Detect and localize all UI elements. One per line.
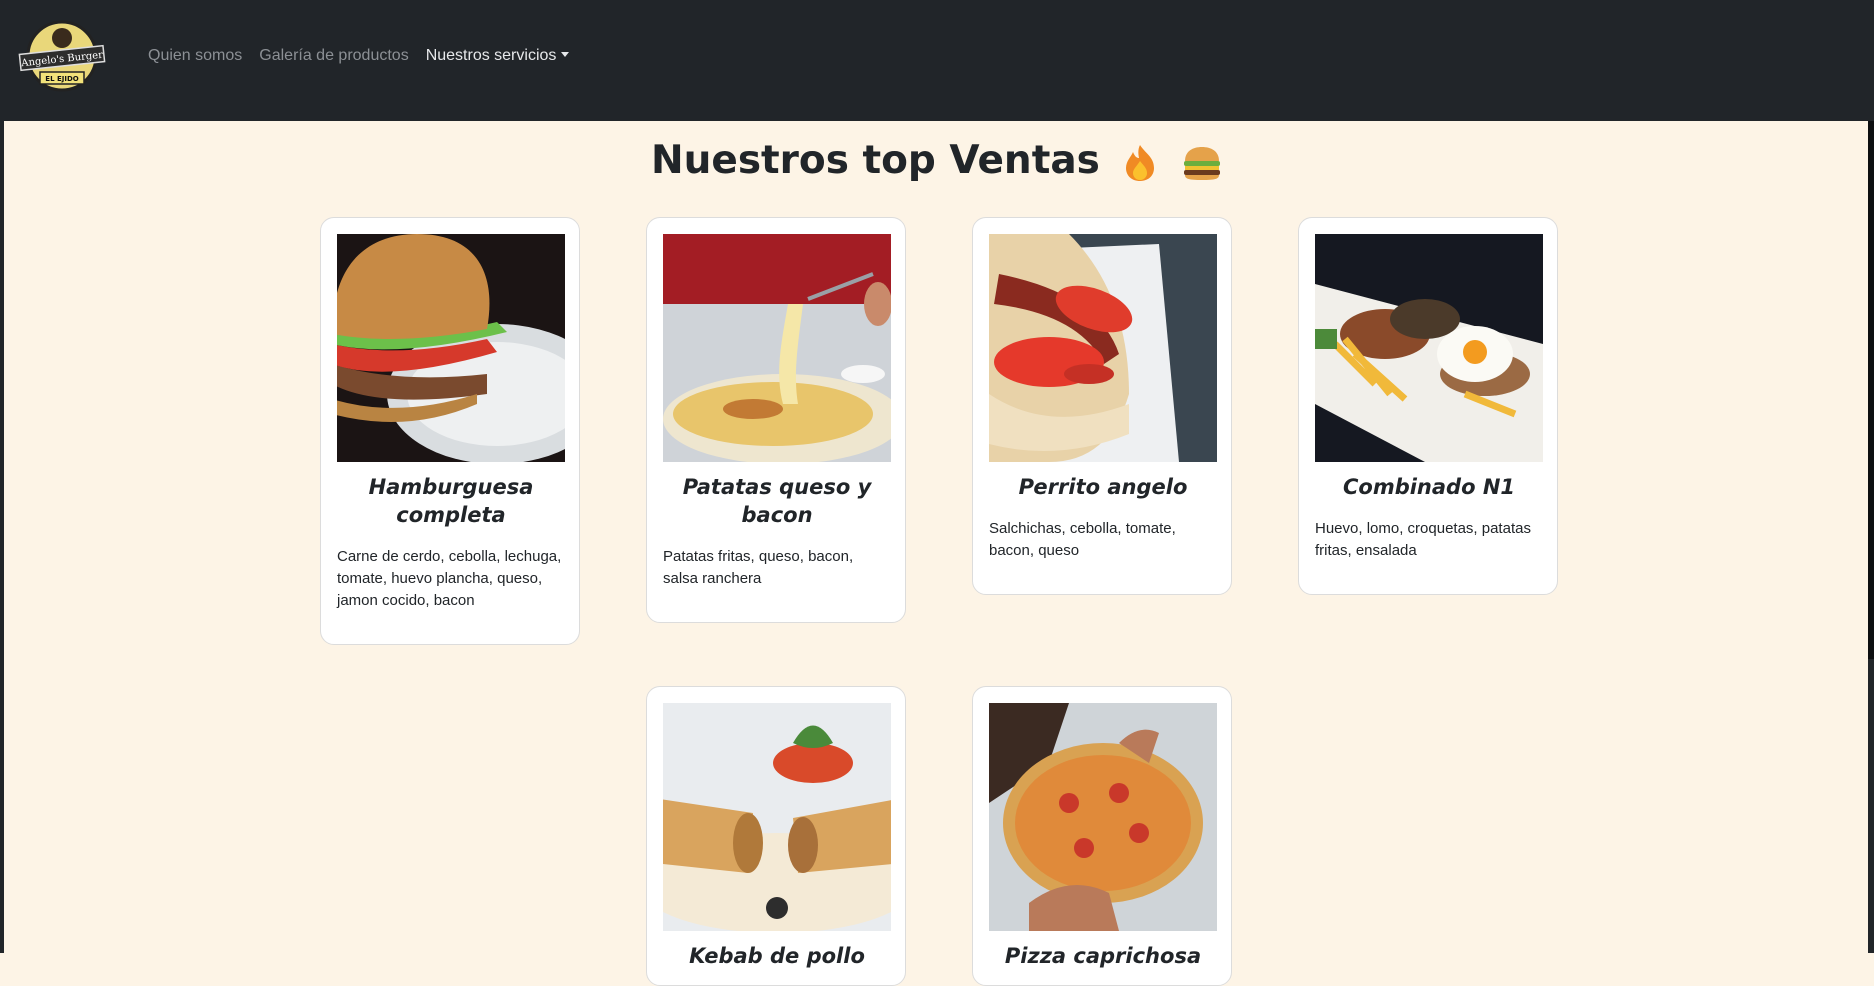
product-title: Hamburguesa completa <box>368 475 534 527</box>
nav-link-quien-somos[interactable]: Quien somos <box>148 47 242 65</box>
caret-down-icon <box>561 52 570 57</box>
page-title: Nuestros top Ventas <box>0 138 1874 183</box>
product-title: Kebab de pollo <box>689 944 865 968</box>
product-title: Perrito angelo <box>1018 475 1188 499</box>
nav-dropdown-servicios[interactable]: Nuestros servicios <box>426 47 570 65</box>
product-title: Pizza caprichosa <box>1004 944 1202 968</box>
nav-link-galeria[interactable]: Galería de productos <box>259 47 408 65</box>
product-description: Patatas fritas, queso, bacon, salsa ranc… <box>663 548 854 587</box>
product-card[interactable]: Pizza caprichosa <box>972 686 1232 986</box>
product-image <box>1315 234 1543 462</box>
brand-logo[interactable]: Angelo's Burger EL EJIDO <box>18 18 106 94</box>
product-card[interactable]: Combinado N1 Huevo, lomo, croquetas, pat… <box>1298 217 1558 595</box>
product-image <box>663 234 891 462</box>
logo-subtext: EL EJIDO <box>45 75 78 83</box>
product-image <box>337 234 565 462</box>
product-image <box>989 234 1217 462</box>
product-card[interactable]: Patatas queso y bacon Patatas fritas, qu… <box>646 217 906 623</box>
window-edge <box>0 121 4 953</box>
product-card[interactable]: Hamburguesa completa Carne de cerdo, ceb… <box>320 217 580 645</box>
product-image <box>663 703 891 931</box>
product-image <box>989 703 1217 931</box>
scrollbar-thumb[interactable] <box>1868 121 1874 659</box>
product-card[interactable]: Perrito angelo Salchichas, cebolla, toma… <box>972 217 1232 595</box>
top-navbar: Angelo's Burger EL EJIDO Quien somos Gal… <box>0 0 1874 121</box>
fire-icon <box>1126 144 1155 181</box>
product-description: Huevo, lomo, croquetas, patatas fritas, … <box>1315 520 1531 559</box>
product-card[interactable]: Kebab de pollo <box>646 686 906 986</box>
product-title: Patatas queso y bacon <box>682 475 872 527</box>
product-description: Carne de cerdo, cebolla, lechuga, tomate… <box>337 548 562 609</box>
product-title: Combinado N1 <box>1342 475 1516 499</box>
main-nav: Quien somos Galería de productos Nuestro… <box>148 47 570 65</box>
page-title-text: Nuestros top Ventas <box>650 138 1100 183</box>
product-description: Salchichas, cebolla, tomate, bacon, ques… <box>989 520 1176 559</box>
burger-icon <box>1184 146 1221 180</box>
nav-dropdown-label: Nuestros servicios <box>425 47 557 64</box>
